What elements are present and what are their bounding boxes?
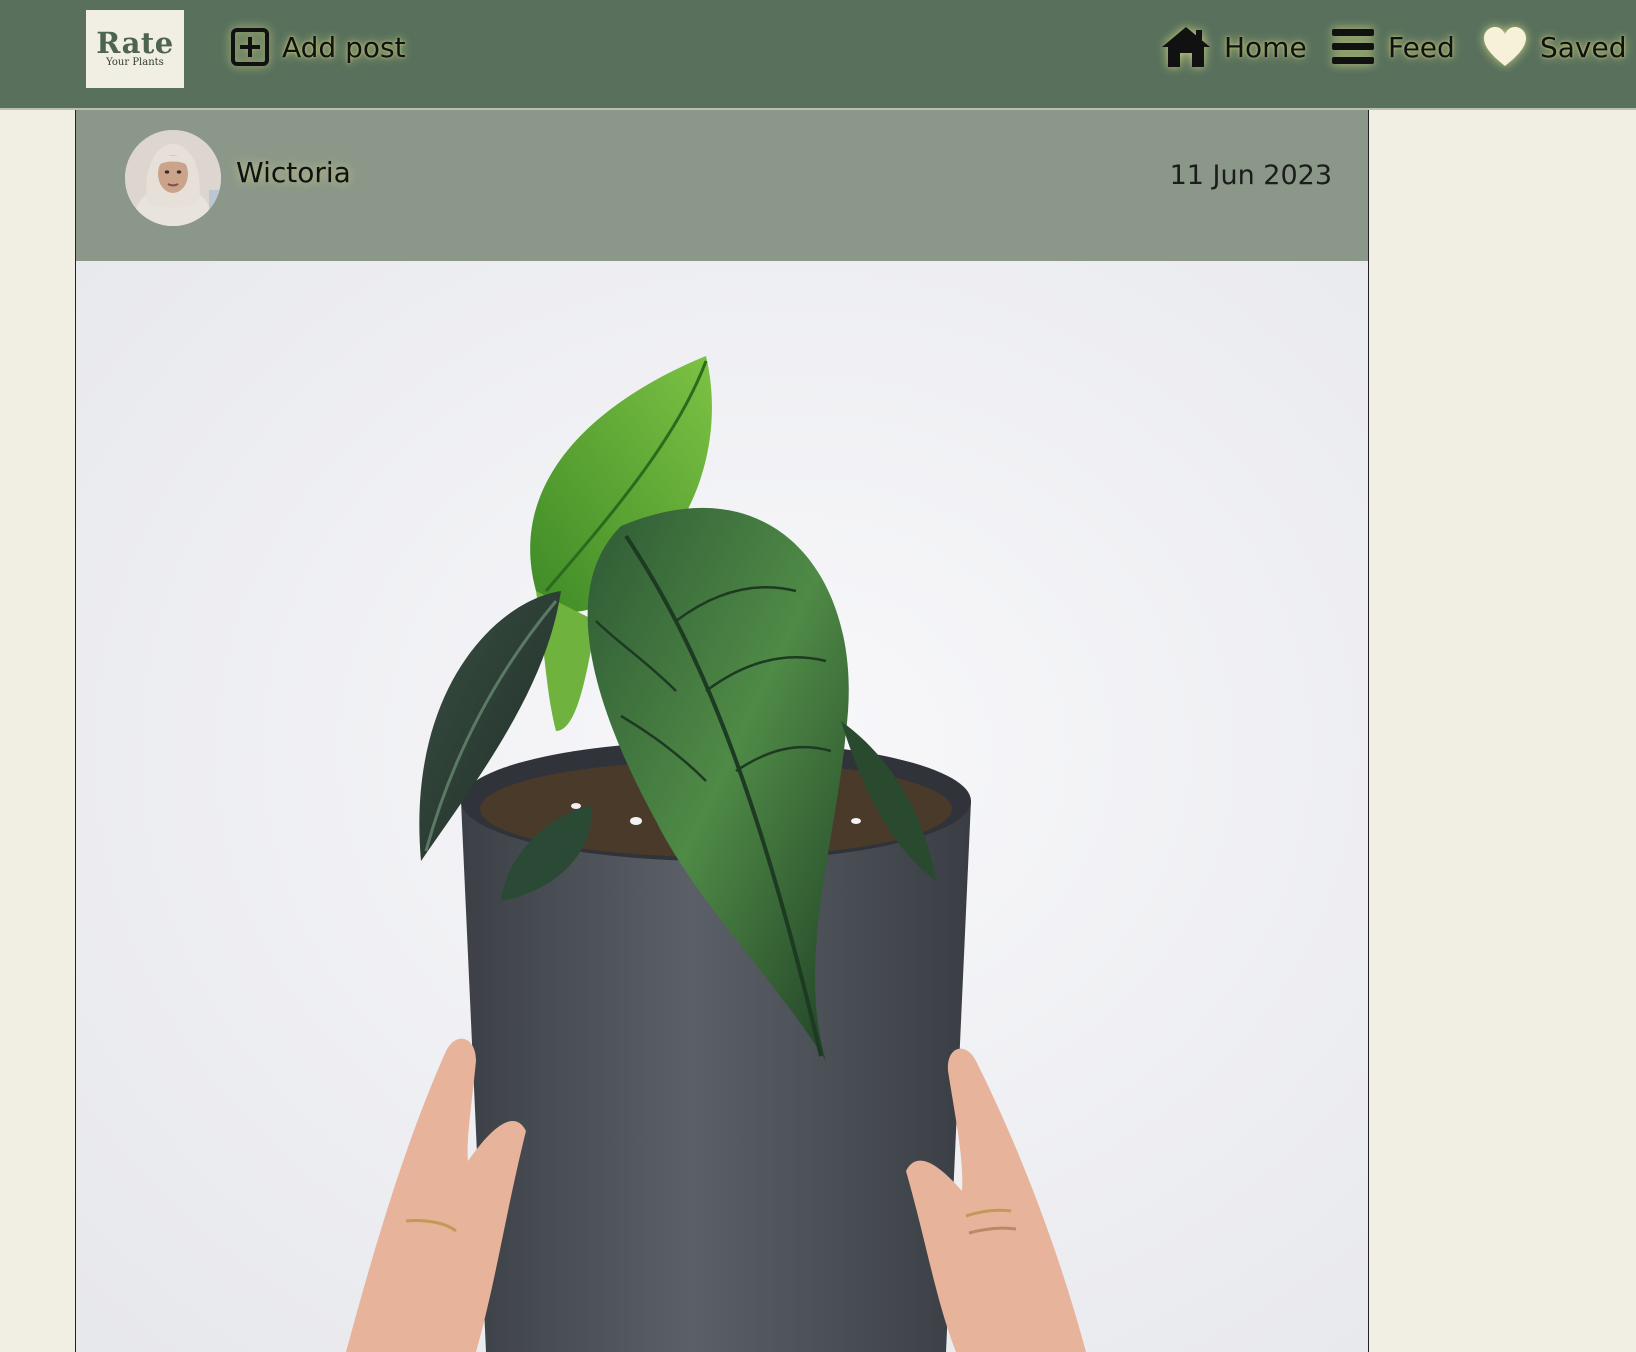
feed-label: Feed (1388, 30, 1455, 64)
author-avatar[interactable] (125, 130, 221, 226)
logo-subtitle: Your Plants (106, 57, 164, 68)
add-post-button[interactable]: Add post (230, 22, 406, 72)
home-nav-link[interactable]: Home (1160, 22, 1307, 72)
menu-icon (1330, 26, 1376, 68)
feed-nav-link[interactable]: Feed (1330, 22, 1455, 72)
rate-your-plants-logo[interactable]: Rate Your Plants (86, 10, 184, 88)
heart-icon (1482, 26, 1528, 68)
plus-square-icon (230, 27, 270, 67)
post-date: 11 Jun 2023 (1169, 160, 1332, 191)
add-post-label: Add post (282, 30, 406, 64)
top-nav-bar: Rate Your Plants Add post Home Feed Save… (0, 0, 1636, 110)
home-icon (1160, 25, 1212, 69)
post-header: Wictoria 11 Jun 2023 (76, 110, 1368, 261)
post-card: Wictoria 11 Jun 2023 (75, 110, 1369, 1352)
saved-label: Saved (1540, 30, 1627, 64)
saved-nav-link[interactable]: Saved (1482, 22, 1627, 72)
logo-title: Rate (96, 26, 174, 60)
author-name[interactable]: Wictoria (236, 156, 351, 189)
home-label: Home (1224, 30, 1307, 64)
post-image (76, 261, 1368, 1352)
